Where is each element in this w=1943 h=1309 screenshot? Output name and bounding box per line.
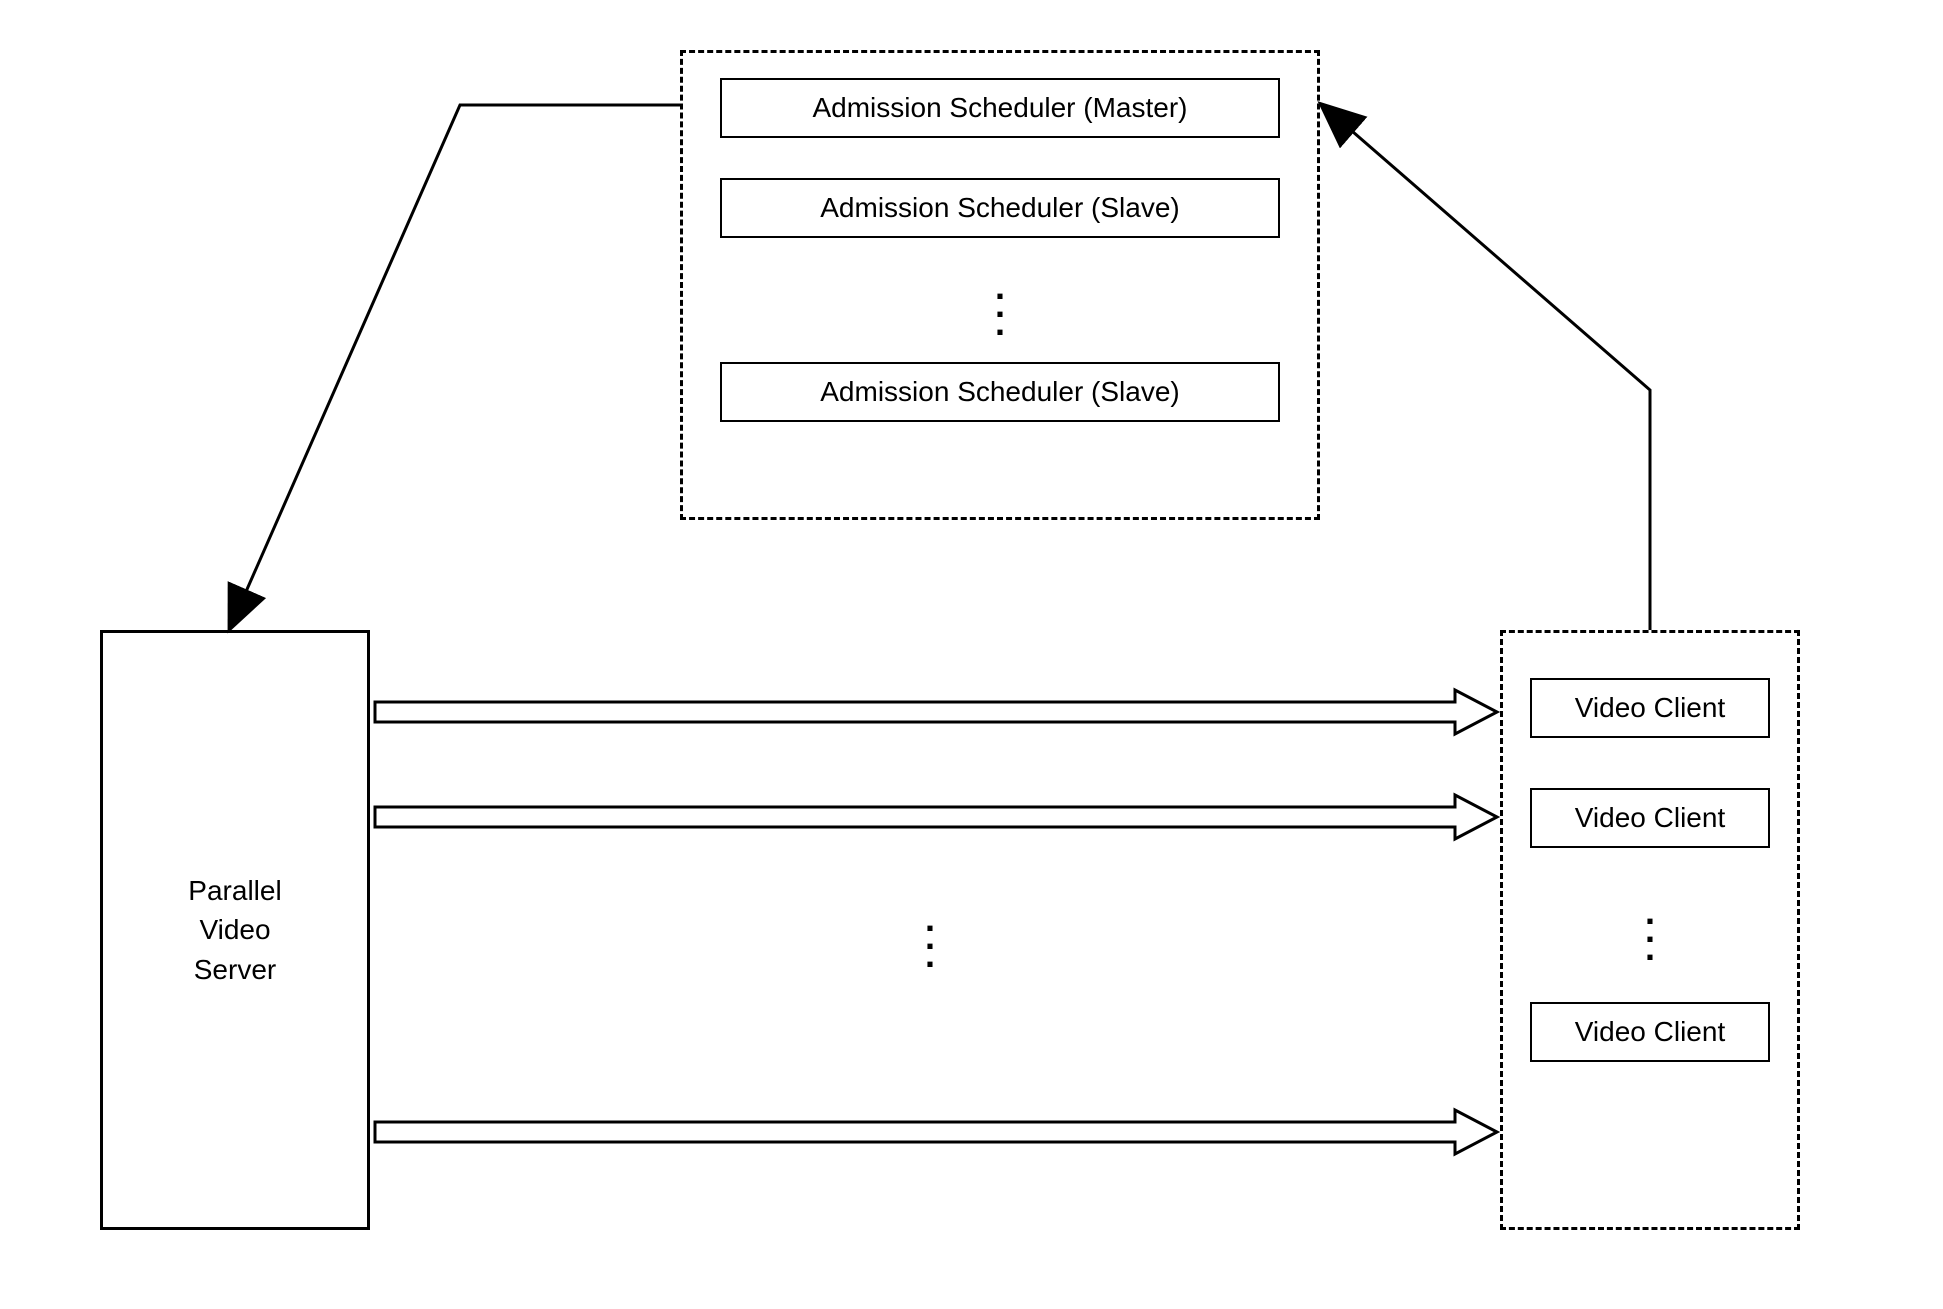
parallel-video-server-box: Parallel Video Server [100, 630, 370, 1230]
video-client-label: Video Client [1575, 692, 1725, 724]
video-client-label: Video Client [1575, 1016, 1725, 1048]
stream-arrow-3 [375, 1110, 1500, 1160]
video-client-box: Video Client [1530, 1002, 1770, 1062]
scheduler-slave1-label: Admission Scheduler (Slave) [820, 192, 1180, 224]
scheduler-master-box: Admission Scheduler (Master) [720, 78, 1280, 138]
clients-vdots: ... [1640, 903, 1660, 957]
scheduler-master-label: Admission Scheduler (Master) [812, 92, 1187, 124]
scheduler-group: Admission Scheduler (Master) Admission S… [680, 50, 1320, 520]
video-client-label: Video Client [1575, 802, 1725, 834]
parallel-video-server-label: Parallel Video Server [188, 871, 281, 989]
video-client-box: Video Client [1530, 788, 1770, 848]
scheduler-slave2-label: Admission Scheduler (Slave) [820, 376, 1180, 408]
stream-arrow-1 [375, 690, 1500, 740]
clients-group: Video Client Video Client ... Video Clie… [1500, 630, 1800, 1230]
scheduler-slave-box: Admission Scheduler (Slave) [720, 178, 1280, 238]
stream-vdots: ... [920, 910, 940, 964]
video-client-box: Video Client [1530, 678, 1770, 738]
scheduler-vdots: ... [990, 278, 1010, 332]
stream-arrow-2 [375, 795, 1500, 845]
scheduler-slave-box: Admission Scheduler (Slave) [720, 362, 1280, 422]
